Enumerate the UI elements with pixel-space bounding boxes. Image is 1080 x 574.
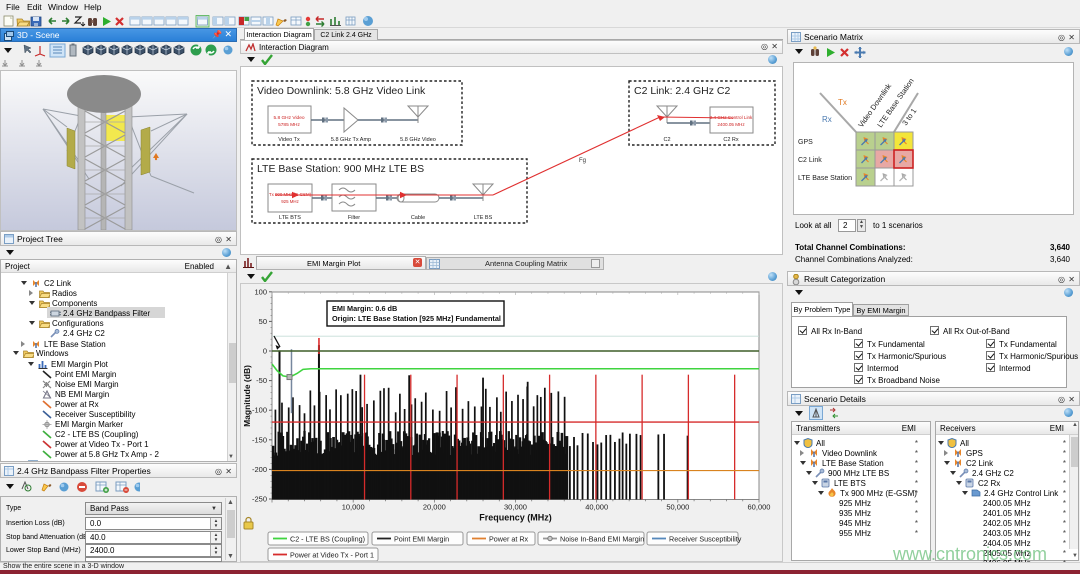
svg-text:Frequency (MHz): Frequency (MHz): [479, 513, 552, 523]
svg-text:20,000: 20,000: [423, 503, 446, 512]
svg-text:925 MHz: 925 MHz: [281, 199, 299, 204]
svg-text:Receiver Susceptibility: Receiver Susceptibility: [669, 535, 742, 544]
svg-text:LTE BS: LTE BS: [474, 215, 493, 221]
svg-text:LTE BTS: LTE BTS: [279, 215, 301, 221]
svg-text:-150: -150: [252, 435, 267, 444]
svg-text:Cable: Cable: [411, 215, 425, 221]
svg-text:30,000: 30,000: [504, 503, 527, 512]
svg-text:40,000: 40,000: [585, 503, 608, 512]
svg-text:Tx: Tx: [838, 98, 847, 107]
svg-text:50: 50: [259, 317, 267, 326]
svg-text:100: 100: [254, 287, 267, 296]
svg-text:Magnitude (dB): Magnitude (dB): [242, 365, 252, 427]
svg-text:-100: -100: [252, 406, 267, 415]
svg-text:50,000: 50,000: [666, 503, 689, 512]
svg-text:3 to 1: 3 to 1: [900, 107, 918, 128]
svg-text:5785 MHz: 5785 MHz: [278, 122, 300, 128]
svg-text:2400.05 MHz: 2400.05 MHz: [717, 122, 745, 127]
svg-text:C2 - LTE BS (Coupling): C2 - LTE BS (Coupling): [290, 535, 365, 544]
svg-text:Point EMI Margin: Point EMI Margin: [394, 535, 449, 544]
svg-text:GPS: GPS: [798, 139, 813, 146]
svg-text:0: 0: [263, 347, 267, 356]
svg-text:-200: -200: [252, 465, 267, 474]
svg-text:5.8 GHz Video: 5.8 GHz Video: [400, 137, 436, 143]
svg-text:5.8 GHz Video: 5.8 GHz Video: [273, 115, 304, 121]
svg-text:Video Downlink: 5.8 GHz Video: Video Downlink: 5.8 GHz Video Link: [257, 85, 426, 97]
svg-text:Filter: Filter: [348, 215, 360, 221]
svg-text:Power at Rx: Power at Rx: [489, 535, 529, 544]
svg-text:Fg: Fg: [579, 158, 586, 164]
svg-text:Video Tx: Video Tx: [278, 137, 300, 143]
svg-text:Origin: LTE Base Station [925: Origin: LTE Base Station [925 MHz] Funda…: [332, 314, 501, 323]
svg-text:Power at Video Tx - Port 1: Power at Video Tx - Port 1: [290, 551, 374, 560]
svg-text:10,000: 10,000: [342, 503, 365, 512]
svg-text:LTE Base Station: LTE Base Station: [798, 175, 852, 182]
svg-text:60,000: 60,000: [748, 503, 771, 512]
svg-text:EMI Margin: 0.6 dB: EMI Margin: 0.6 dB: [332, 304, 397, 313]
svg-text:-250: -250: [252, 495, 267, 504]
svg-text:Rx: Rx: [822, 115, 832, 124]
svg-text:-50: -50: [256, 376, 267, 385]
svg-text:C2: C2: [663, 137, 670, 143]
svg-text:C2 Link: C2 Link: [798, 157, 822, 164]
svg-text:C2 Rx: C2 Rx: [723, 137, 739, 143]
svg-text:5.8 GHz Tx Amp: 5.8 GHz Tx Amp: [331, 137, 371, 143]
svg-text:C2 Link: 2.4 GHz C2: C2 Link: 2.4 GHz C2: [634, 85, 730, 97]
svg-text:Noise In-Band EMI Margin: Noise In-Band EMI Margin: [560, 535, 644, 544]
svg-text:LTE Base Station: 900 MHz LTE: LTE Base Station: 900 MHz LTE BS: [257, 163, 424, 175]
